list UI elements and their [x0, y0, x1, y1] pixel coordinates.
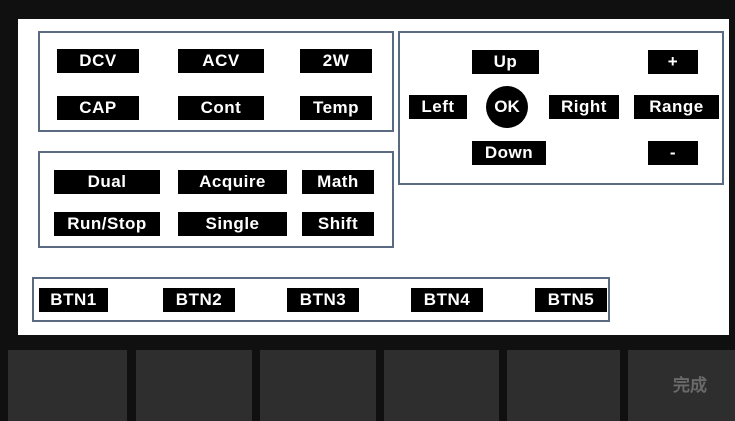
btn3-key[interactable]: BTN3 [287, 288, 359, 312]
softkey-1[interactable] [8, 350, 127, 421]
single-key[interactable]: Single [178, 212, 287, 236]
softkey-3[interactable] [260, 350, 376, 421]
minus-key[interactable]: - [648, 141, 698, 165]
up-key[interactable]: Up [472, 50, 539, 74]
btn-group: BTN1 BTN2 BTN3 BTN4 BTN5 [32, 277, 610, 322]
acquire-key[interactable]: Acquire [178, 170, 287, 194]
softkey-4[interactable] [384, 350, 499, 421]
btn2-key[interactable]: BTN2 [163, 288, 235, 312]
shift-key[interactable]: Shift [302, 212, 374, 236]
measure-group: DCV ACV 2W CAP Cont Temp [38, 31, 394, 132]
softkey-2[interactable] [136, 350, 252, 421]
navigation-group: Up + Left OK Right Range Down - [398, 31, 724, 185]
down-key[interactable]: Down [472, 141, 546, 165]
softkey-5[interactable] [507, 350, 620, 421]
done-softkey[interactable]: 完成 [628, 350, 735, 421]
softkey-bar: 完成 [0, 350, 735, 421]
front-panel-screen: DCV ACV 2W CAP Cont Temp Up + Left OK Ri… [18, 19, 729, 335]
cap-key[interactable]: CAP [57, 96, 139, 120]
range-key[interactable]: Range [634, 95, 719, 119]
btn5-key[interactable]: BTN5 [535, 288, 607, 312]
dcv-key[interactable]: DCV [57, 49, 139, 73]
temp-key[interactable]: Temp [300, 96, 372, 120]
2w-key[interactable]: 2W [300, 49, 372, 73]
left-key[interactable]: Left [409, 95, 467, 119]
ok-button[interactable]: OK [486, 86, 528, 128]
btn4-key[interactable]: BTN4 [411, 288, 483, 312]
math-key[interactable]: Math [302, 170, 374, 194]
control-group: Dual Acquire Math Run/Stop Single Shift [38, 151, 394, 248]
btn1-key[interactable]: BTN1 [39, 288, 108, 312]
run-stop-key[interactable]: Run/Stop [54, 212, 160, 236]
plus-key[interactable]: + [648, 50, 698, 74]
right-key[interactable]: Right [549, 95, 619, 119]
acv-key[interactable]: ACV [178, 49, 264, 73]
cont-key[interactable]: Cont [178, 96, 264, 120]
dual-key[interactable]: Dual [54, 170, 160, 194]
